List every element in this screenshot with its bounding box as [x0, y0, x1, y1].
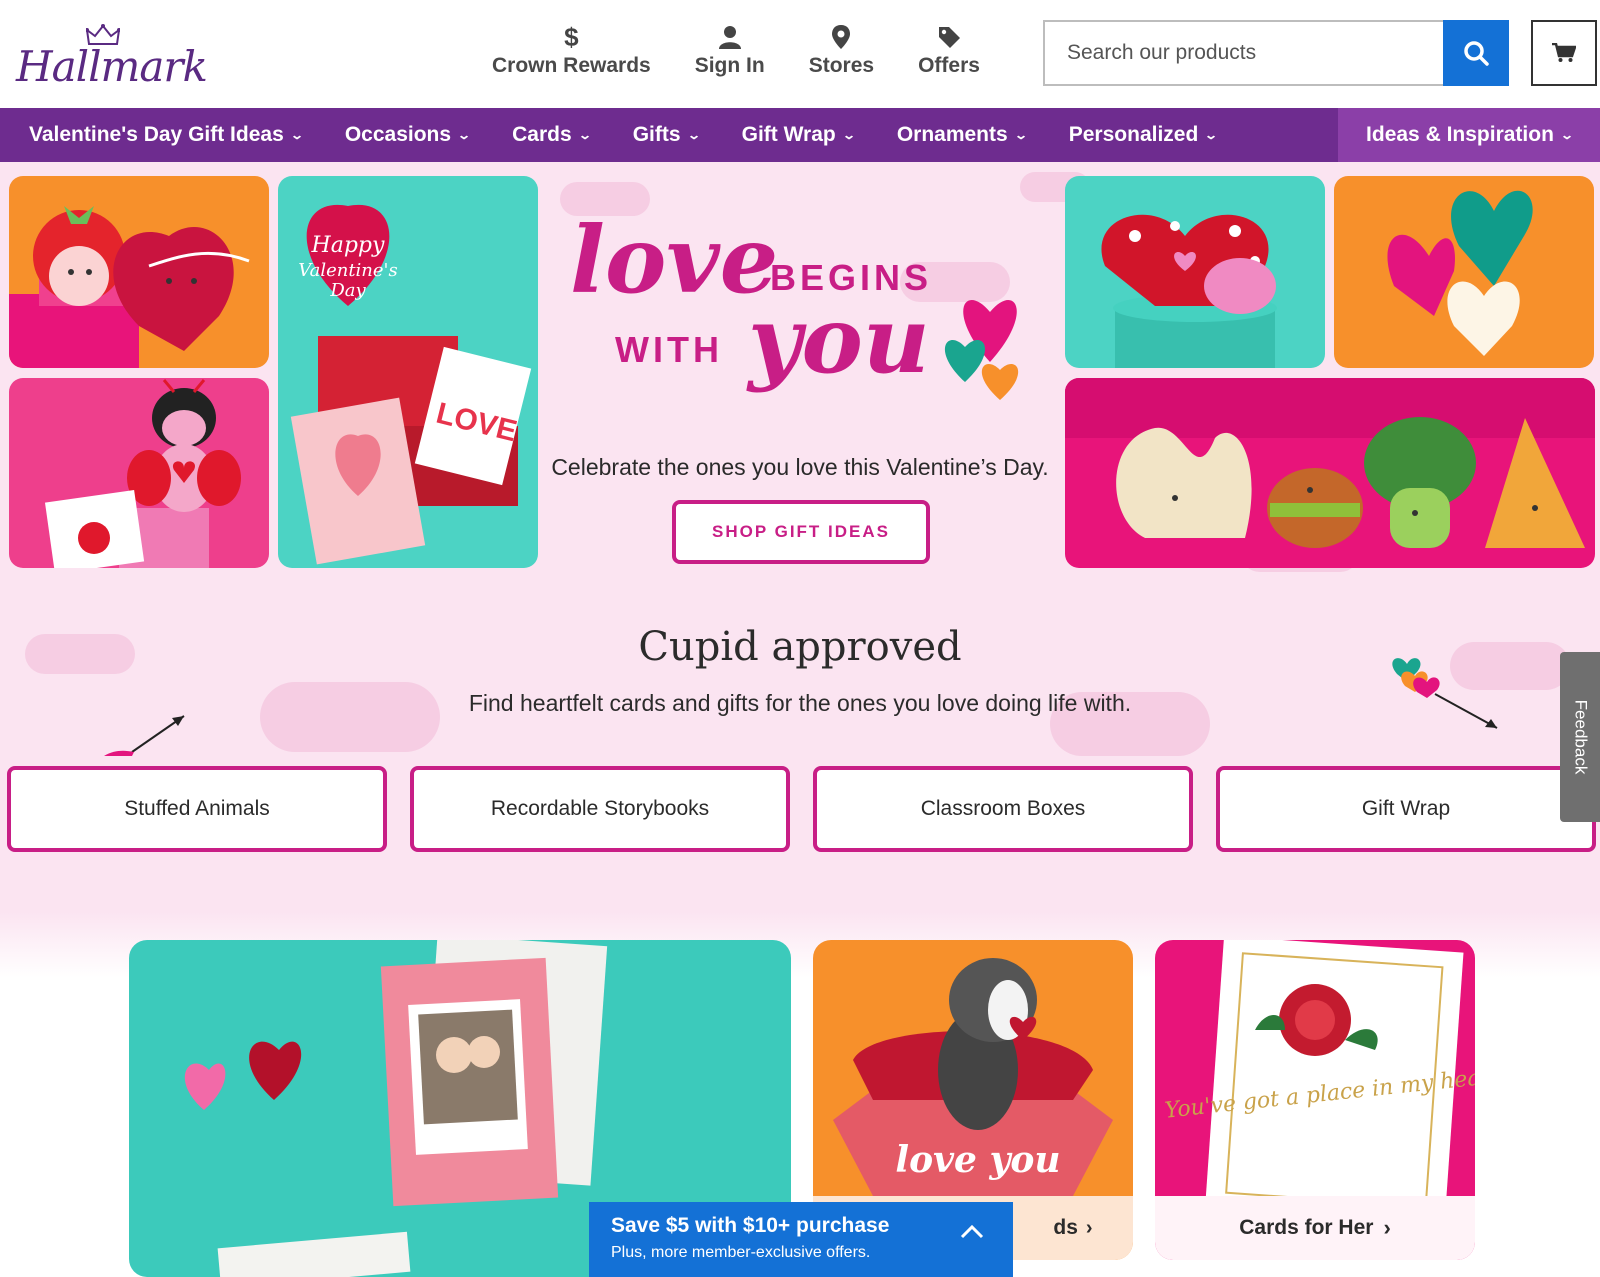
nav-ideas-inspiration[interactable]: Ideas & Inspiration ⌄: [1338, 108, 1600, 162]
feature-card-popup-label-text: ds: [1053, 1216, 1078, 1239]
search-icon: [1464, 41, 1489, 66]
popup-card-illustration: Happy Valentine's Day LOVE: [290, 204, 532, 565]
nav-valentines-gift-ideas[interactable]: Valentine's Day Gift Ideas ⌄: [29, 108, 304, 162]
stores-link[interactable]: Stores: [787, 22, 896, 78]
chevron-right-icon: ›: [1085, 1216, 1093, 1239]
nav-label: Ideas & Inspiration: [1366, 123, 1554, 146]
crown-rewards-link[interactable]: $ Crown Rewards: [470, 22, 673, 78]
nav-cards[interactable]: Cards ⌄: [512, 108, 592, 162]
promo-subtitle: Plus, more member-exclusive offers.: [611, 1244, 871, 1261]
heart-ladybug-illustration: [1101, 214, 1277, 368]
hero-subtitle: Celebrate the ones you love this Valenti…: [551, 454, 1049, 480]
nav-label: Gift Wrap: [741, 123, 836, 146]
cart-icon: [1552, 43, 1576, 62]
chevron-down-icon: ⌄: [841, 128, 856, 142]
overlapping-hearts-illustration: [1387, 190, 1533, 356]
search-bar: [1043, 20, 1509, 86]
hero-image-food-plush-lineup[interactable]: [1065, 378, 1595, 568]
nav-label: Valentine's Day Gift Ideas: [29, 123, 284, 146]
cupid-approved-title: Cupid approved: [638, 624, 962, 670]
arrow-right-decoration: [1392, 658, 1498, 729]
hero-image-strawberry-heart-plush[interactable]: [9, 176, 269, 368]
nav-ornaments[interactable]: Ornaments ⌄: [896, 108, 1028, 162]
dollar-icon: $: [564, 21, 579, 52]
tag-icon: [937, 22, 961, 52]
category-classroom-boxes[interactable]: Classroom Boxes: [813, 766, 1193, 852]
card-day-text: Day: [329, 280, 366, 301]
offers-link[interactable]: Offers: [896, 22, 1002, 78]
hero-title-with: WITH: [615, 329, 723, 370]
cards-for-her-label-text: Cards for Her: [1239, 1216, 1374, 1239]
ladybug-illustration: [44, 379, 241, 568]
hero-section: Happy Valentine's Day LOVE love BEGINS W…: [0, 162, 1600, 912]
plush-illustration: [9, 206, 250, 368]
main-nav: Valentine's Day Gift Ideas ⌄ Occasions ⌄ C…: [0, 108, 1600, 162]
card-love-you-text: love you: [895, 1139, 1060, 1181]
chevron-down-icon: ⌄: [1204, 128, 1219, 142]
category-gift-wrap[interactable]: Gift Wrap: [1216, 766, 1596, 852]
sign-in-label: Sign In: [694, 54, 765, 77]
user-icon: [718, 22, 741, 52]
site-header: Hallmark $ Crown Rewards Sign In Stores …: [0, 0, 1600, 108]
nav-label: Ornaments: [896, 123, 1008, 146]
card-happy-text: Happy: [311, 233, 385, 258]
cupid-approved-subtitle: Find heartfelt cards and gifts for the o…: [468, 690, 1132, 716]
crown-rewards-label: Crown Rewards: [492, 54, 651, 77]
nav-gifts[interactable]: Gifts ⌄: [632, 108, 701, 162]
chevron-up-icon[interactable]: [959, 1224, 985, 1240]
map-pin-icon: [832, 22, 851, 52]
promo-title: Save $5 with $10+ purchase: [611, 1214, 890, 1237]
nav-label: Personalized: [1068, 123, 1199, 146]
sign-in-link[interactable]: Sign In: [673, 22, 787, 78]
category-recordable-storybooks[interactable]: Recordable Storybooks: [410, 766, 790, 852]
member-promo-banner[interactable]: Save $5 with $10+ purchase Plus, more me…: [589, 1202, 1013, 1277]
hero-image-ladybug-plush-book[interactable]: [9, 378, 269, 568]
hero-image-popup-valentine-card[interactable]: Happy Valentine's Day LOVE: [278, 176, 538, 568]
hero-image-ladybug-heart-plush[interactable]: [1065, 176, 1325, 368]
search-input[interactable]: [1043, 20, 1443, 86]
heart-icon: [981, 363, 1019, 400]
chevron-down-icon: ⌄: [686, 128, 701, 142]
feedback-tab[interactable]: Feedback: [1560, 652, 1600, 822]
chevron-down-icon: ⌄: [577, 128, 592, 142]
nav-label: Cards: [512, 123, 572, 146]
logo-wordmark: Hallmark: [16, 42, 208, 91]
chevron-down-icon: ⌄: [457, 128, 472, 142]
hero-title-love-begins-with-you: love BEGINS WITH you: [570, 206, 1019, 400]
category-stuffed-animals[interactable]: Stuffed Animals: [7, 766, 387, 852]
nav-label: Occasions: [344, 123, 452, 146]
rose-card-illustration: You've got a place in my heart: [1164, 940, 1475, 1232]
nav-label: Gifts: [632, 123, 681, 146]
nav-personalized[interactable]: Personalized ⌄: [1068, 108, 1219, 162]
heart-icon: [944, 339, 986, 382]
hero-title-you: you: [746, 286, 930, 394]
shop-gift-ideas-button[interactable]: SHOP GIFT IDEAS: [672, 500, 930, 564]
stores-label: Stores: [808, 54, 875, 77]
nav-gift-wrap[interactable]: Gift Wrap ⌄: [741, 108, 856, 162]
nav-occasions[interactable]: Occasions ⌄: [344, 108, 472, 162]
cards-for-her-label[interactable]: Cards for Her ›: [1155, 1196, 1475, 1260]
chevron-down-icon: ⌄: [1013, 128, 1028, 142]
arrow-left-decoration: [104, 715, 185, 756]
chevron-down-icon: ⌄: [289, 128, 304, 142]
utility-links: $ Crown Rewards Sign In Stores Offers: [470, 22, 1002, 78]
chevron-down-icon: ⌄: [1559, 128, 1574, 142]
offers-label: Offers: [918, 54, 980, 77]
hero-image-overlapping-hearts[interactable]: [1334, 176, 1594, 368]
feedback-label: Feedback: [1571, 699, 1591, 775]
cart-button[interactable]: [1531, 20, 1597, 86]
card-valentines-text: Valentine's: [298, 260, 398, 281]
chevron-right-icon: ›: [1383, 1215, 1391, 1240]
dog-popup-card-illustration: love you: [833, 958, 1113, 1196]
feature-card-cards-for-her[interactable]: You've got a place in my heart Cards for…: [1155, 940, 1475, 1260]
search-button[interactable]: [1443, 20, 1509, 86]
hallmark-logo[interactable]: Hallmark: [16, 20, 208, 91]
food-plush-illustration: [1065, 378, 1595, 548]
